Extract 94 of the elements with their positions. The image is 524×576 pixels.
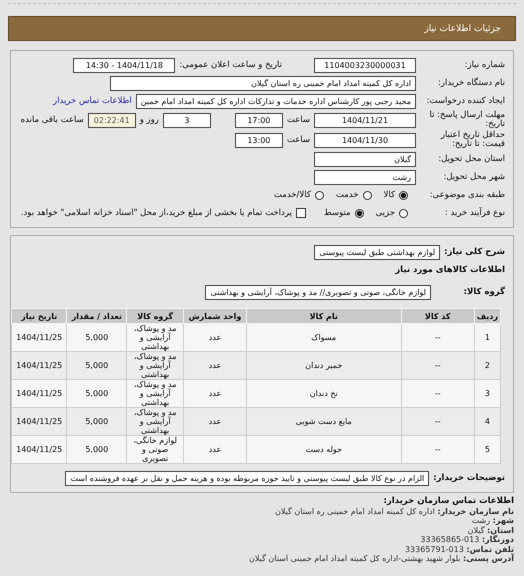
table-cell: 1404/11/25 xyxy=(12,352,67,380)
table-cell: -- xyxy=(401,436,474,464)
column-header: گروه کالا xyxy=(126,308,184,324)
field-label: مهلت ارسال پاسخ: تا تاریخ: xyxy=(428,111,505,129)
column-header: تعداد / مقدار xyxy=(66,308,127,324)
buyer-field: اداره کل کمیته امداد امام خمینی ره استان گیلان xyxy=(110,76,416,90)
need-number-field: 1104003230000031 xyxy=(314,58,416,72)
days-field: 3 xyxy=(162,112,211,128)
buyer-contact-link[interactable]: اطلاعات تماس خریدار xyxy=(53,96,132,106)
goods-group-field: لوازم خانگی، صوتی و تصویری// مد و پوشاک، آرایشی و بهداشتی xyxy=(205,284,431,300)
creator-field: مجید رجبی پور کارشناس اداره خدمات و تدارکات اداره کل کمیته امداد امام خمین xyxy=(136,94,416,108)
table-cell: 3 xyxy=(474,380,500,408)
table-cell: مد و پوشاک، آرایشی و بهداشتی xyxy=(126,324,184,352)
table-cell: عدد xyxy=(184,352,246,380)
field-label: ساعت xyxy=(286,135,310,145)
radio-button[interactable] xyxy=(354,208,364,218)
field-label: روز و xyxy=(140,115,159,125)
table-cell: مد و پوشاک، آرایشی و بهداشتی xyxy=(126,408,184,436)
table-cell: 5,000 xyxy=(66,408,127,436)
field-label: حداقل تاریخ اعتبار قیمت: تا تاریخ: xyxy=(440,131,505,149)
column-header: کد کالا xyxy=(401,308,474,324)
field-label: شرح کلی نیاز: xyxy=(444,247,505,257)
field-label: تاریخ و ساعت اعلان عمومی: xyxy=(179,60,282,70)
table-cell: 5,000 xyxy=(66,352,127,380)
province-field: گیلان xyxy=(314,152,416,166)
field-label: ایجاد کننده درخواست: xyxy=(426,96,505,106)
table-cell: 1 xyxy=(474,324,500,352)
remaining-time-field: 02:22:41 xyxy=(88,112,136,128)
table-cell: 1404/11/25 xyxy=(12,324,67,352)
table-cell: 5,000 xyxy=(66,324,127,352)
table-cell: عدد xyxy=(184,436,246,464)
table-cell: مد و پوشاک، آرایشی و بهداشتی xyxy=(126,380,184,408)
table-cell: نخ دندان xyxy=(246,380,402,408)
table-cell: -- xyxy=(401,408,474,436)
table-cell: 5 xyxy=(474,436,500,464)
validity-date-field: 1404/11/30 xyxy=(314,132,416,148)
field-label: شهر محل تحویل: xyxy=(442,172,505,182)
page-title: جزئیات اطلاعات نیاز xyxy=(424,24,501,34)
table-cell: 5,000 xyxy=(66,380,127,408)
buyer-notes-field: الزام در نوع کالا طبق لیست پیوستی و تایید حوزه مربوطه بوده و هزینه حمل و نقل بر عهده فروشنده است xyxy=(65,470,430,486)
validity-time-field: 13:00 xyxy=(234,132,283,148)
section-title: اطلاعات کالاهای مورد نیاز xyxy=(395,265,505,275)
radio-button[interactable] xyxy=(314,190,324,200)
radio-button[interactable] xyxy=(399,208,408,218)
table-cell: 1404/11/25 xyxy=(12,380,67,408)
radio-button[interactable] xyxy=(362,190,372,200)
table-cell: مایع دست شویی xyxy=(246,408,402,436)
table-cell: -- xyxy=(401,352,474,380)
table-cell: خمیر دندان xyxy=(246,352,402,380)
city-field: رشت xyxy=(314,170,416,184)
table-cell: 1404/11/25 xyxy=(12,408,67,436)
contact-title: اطلاعات تماس سازمان خریدار: xyxy=(382,497,514,506)
table-cell: 1404/11/25 xyxy=(12,436,67,464)
table-cell: 4 xyxy=(474,408,500,436)
column-header: ردیف xyxy=(474,308,500,324)
option-label: کالا/خدمت xyxy=(274,190,311,200)
column-header: نام کالا xyxy=(246,308,402,324)
contact-line: نام سازمان خریدار: اداره کل کمیته امداد امام خمینی ره استان گیلان xyxy=(274,506,514,516)
checkbox[interactable] xyxy=(296,208,306,218)
column-header: واحد شمارش xyxy=(184,308,246,324)
option-label: متوسط xyxy=(324,208,351,218)
field-label: گروه کالا: xyxy=(462,287,505,297)
field-label: ساعت xyxy=(286,115,310,125)
field-label: استان محل تحویل: xyxy=(437,154,505,164)
table-cell: -- xyxy=(401,380,474,408)
option-label: جزیی xyxy=(376,208,395,218)
announce-date-field: 1404/11/18 - 14:30 xyxy=(73,58,176,72)
option-label: کالا xyxy=(384,190,395,200)
table-cell: 2 xyxy=(474,352,500,380)
table-cell: -- xyxy=(401,324,474,352)
option-label: خدمت xyxy=(336,190,359,200)
table-cell: مسواک xyxy=(246,324,402,352)
deadline-time-field: 17:00 xyxy=(234,112,283,128)
deadline-date-field: 1404/11/21 xyxy=(314,112,416,128)
field-label: شماره نیاز: xyxy=(464,60,505,70)
table-cell: مد و پوشاک، آرایشی و بهداشتی xyxy=(126,352,184,380)
option-label: پرداخت تمام یا بخشی از مبلغ خرید،از محل "اسناد خزانه اسلامی" خواهد بود. xyxy=(20,208,292,218)
radio-button[interactable] xyxy=(399,190,408,200)
table-cell: عدد xyxy=(184,408,246,436)
field-label: نام دستگاه خریدار: xyxy=(437,78,505,88)
contact-line: شهر: رشت xyxy=(470,516,514,526)
field-label: توضیحات خریدار: xyxy=(433,473,505,483)
table-cell: عدد xyxy=(184,380,246,408)
contact-line: آدرس پستی: بلوار شهید بهشتی-اداره کل کمیته امداد امام خمینی استان گیلان xyxy=(248,554,514,564)
field-label: طبقه بندی موضوعی: xyxy=(428,190,505,200)
table-cell: حوله دست xyxy=(246,436,402,464)
table-cell: عدد xyxy=(184,324,246,352)
table-cell: لوازم خانگی، صوتی و تصویری xyxy=(126,436,184,464)
column-header: تاریخ نیاز xyxy=(12,308,67,324)
field-label: ساعت باقی مانده xyxy=(20,115,84,125)
contact-line: استان: گیلان xyxy=(466,526,514,534)
table-cell: 5,000 xyxy=(66,436,127,464)
summary-field: لوازم بهداشتی طبق لیست پیوستی xyxy=(314,244,440,260)
field-label: نوع فرآیند خرید : xyxy=(444,208,505,218)
